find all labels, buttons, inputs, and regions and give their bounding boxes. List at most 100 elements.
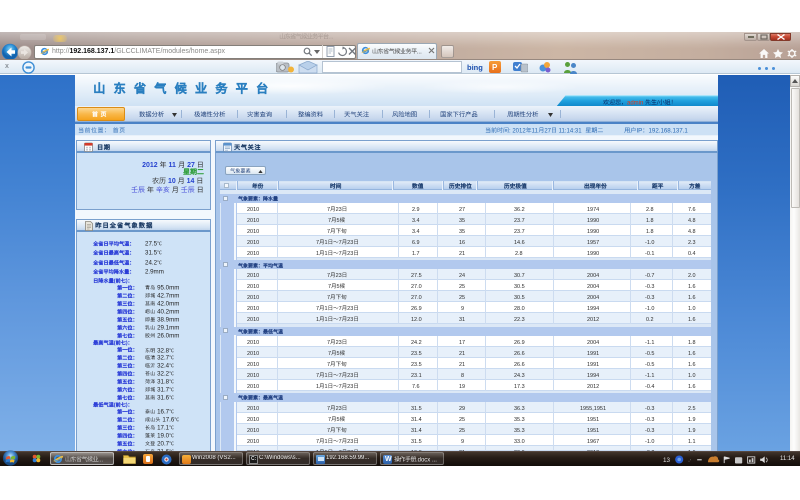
svg-text:7: 7 <box>328 350 331 356</box>
svg-text:-0.7: -0.7 <box>645 273 654 279</box>
svg-text:7: 7 <box>338 251 341 257</box>
svg-text:16.7: 16.7 <box>155 409 169 416</box>
svg-text:23: 23 <box>335 273 341 279</box>
svg-text:2012: 2012 <box>142 162 158 169</box>
svg-text:31.5: 31.5 <box>411 406 422 412</box>
svg-text:21: 21 <box>459 361 465 367</box>
svg-text:32.8: 32.8 <box>155 347 169 354</box>
svg-text:1967: 1967 <box>587 439 599 445</box>
svg-text:2010: 2010 <box>247 406 259 412</box>
svg-text:13: 13 <box>663 457 671 464</box>
svg-text:-0.4: -0.4 <box>645 384 654 390</box>
svg-text:2010: 2010 <box>247 251 259 257</box>
svg-text:23.1: 23.1 <box>411 372 422 378</box>
svg-text:: 2012: : 2012 <box>509 128 526 134</box>
svg-text:17.6: 17.6 <box>161 417 175 424</box>
svg-text:11: 11 <box>532 128 539 134</box>
svg-text:11:14:31: 11:14:31 <box>557 128 585 134</box>
svg-text:1.6: 1.6 <box>688 317 696 323</box>
svg-text:1.6: 1.6 <box>688 361 696 367</box>
svg-text:7: 7 <box>327 361 330 367</box>
svg-text:26.9: 26.9 <box>411 306 422 312</box>
svg-text:192.168.137.1: 192.168.137.1 <box>648 127 688 134</box>
svg-text:2012: 2012 <box>587 317 599 323</box>
svg-text:38.9mm: 38.9mm <box>155 316 179 323</box>
svg-text:24.3: 24.3 <box>514 372 525 378</box>
svg-text:4.8: 4.8 <box>688 229 696 235</box>
svg-text:36.2: 36.2 <box>514 207 525 213</box>
svg-text:2010: 2010 <box>247 372 259 378</box>
svg-text:10: 10 <box>168 178 176 185</box>
svg-text:27.0: 27.0 <box>411 295 422 301</box>
svg-text:23: 23 <box>347 317 353 323</box>
svg-text:32.4: 32.4 <box>155 363 169 370</box>
svg-text:23.7: 23.7 <box>514 229 525 235</box>
svg-text:7: 7 <box>338 439 341 445</box>
svg-text:32.2: 32.2 <box>155 371 169 378</box>
svg-text:26.9: 26.9 <box>514 339 525 345</box>
svg-text:7: 7 <box>338 240 341 246</box>
svg-text:6.9: 6.9 <box>412 240 420 246</box>
svg-text:20.7: 20.7 <box>155 440 169 447</box>
svg-text:1: 1 <box>324 251 327 257</box>
svg-text:7: 7 <box>327 273 330 279</box>
svg-text:31.7: 31.7 <box>155 386 169 393</box>
svg-text:40.2mm: 40.2mm <box>155 308 179 315</box>
svg-text:7: 7 <box>327 428 330 434</box>
svg-text:2004: 2004 <box>587 339 599 345</box>
svg-text:29: 29 <box>459 406 465 412</box>
svg-text:-0.5: -0.5 <box>645 361 654 367</box>
svg-text:30.5: 30.5 <box>514 284 525 290</box>
svg-text:21: 21 <box>459 350 465 356</box>
svg-text:...: ... <box>328 34 333 41</box>
svg-text:14.6: 14.6 <box>514 240 525 246</box>
svg-text:25: 25 <box>459 428 465 434</box>
svg-text:27: 27 <box>544 128 551 134</box>
svg-text:7: 7 <box>316 240 319 246</box>
svg-text:35.3: 35.3 <box>514 428 525 434</box>
svg-text:.docx ...: .docx ... <box>416 457 437 463</box>
svg-text:17: 17 <box>459 339 465 345</box>
svg-text:5: 5 <box>337 417 340 423</box>
svg-text:23.5: 23.5 <box>411 361 422 367</box>
svg-text:23: 23 <box>347 384 353 390</box>
svg-text:2010: 2010 <box>247 295 259 301</box>
svg-text:23: 23 <box>347 240 353 246</box>
svg-text:4.8: 4.8 <box>688 218 696 224</box>
svg-text:2010: 2010 <box>247 384 259 390</box>
svg-text:-0.5: -0.5 <box>645 350 654 356</box>
svg-text:12.0: 12.0 <box>411 317 422 323</box>
svg-text:1990: 1990 <box>587 251 599 257</box>
svg-text:-0.1: -0.1 <box>645 251 654 257</box>
svg-text:7: 7 <box>327 339 330 345</box>
svg-text:7: 7 <box>327 229 330 235</box>
svg-text:): ) <box>126 340 128 346</box>
svg-text:31.5: 31.5 <box>145 250 158 257</box>
svg-text:1951: 1951 <box>587 417 599 423</box>
svg-text:8: 8 <box>461 372 464 378</box>
svg-text:2004: 2004 <box>587 295 599 301</box>
svg-text:1991: 1991 <box>587 350 599 356</box>
svg-text:1955,1951: 1955,1951 <box>580 406 606 412</box>
svg-text:1990: 1990 <box>587 218 599 224</box>
svg-text:2010: 2010 <box>247 417 259 423</box>
svg-text:1: 1 <box>324 384 327 390</box>
svg-text:2010: 2010 <box>247 229 259 235</box>
svg-text:1994: 1994 <box>587 306 599 312</box>
svg-text:-1.1: -1.1 <box>645 339 654 345</box>
svg-text:25: 25 <box>459 284 465 290</box>
svg-text:7: 7 <box>338 317 341 323</box>
svg-text:1: 1 <box>324 317 327 323</box>
svg-text:7: 7 <box>316 306 319 312</box>
svg-text:1: 1 <box>324 372 327 378</box>
svg-text:31.4: 31.4 <box>411 428 422 434</box>
svg-text:1951: 1951 <box>587 428 599 434</box>
svg-text:19: 19 <box>459 384 465 390</box>
svg-text:9: 9 <box>461 439 464 445</box>
svg-text:7: 7 <box>328 284 331 290</box>
svg-text:30.7: 30.7 <box>514 273 525 279</box>
svg-text:14: 14 <box>187 178 195 185</box>
svg-text:9: 9 <box>461 306 464 312</box>
svg-text:1: 1 <box>316 251 319 257</box>
svg-text:31.5: 31.5 <box>411 439 422 445</box>
